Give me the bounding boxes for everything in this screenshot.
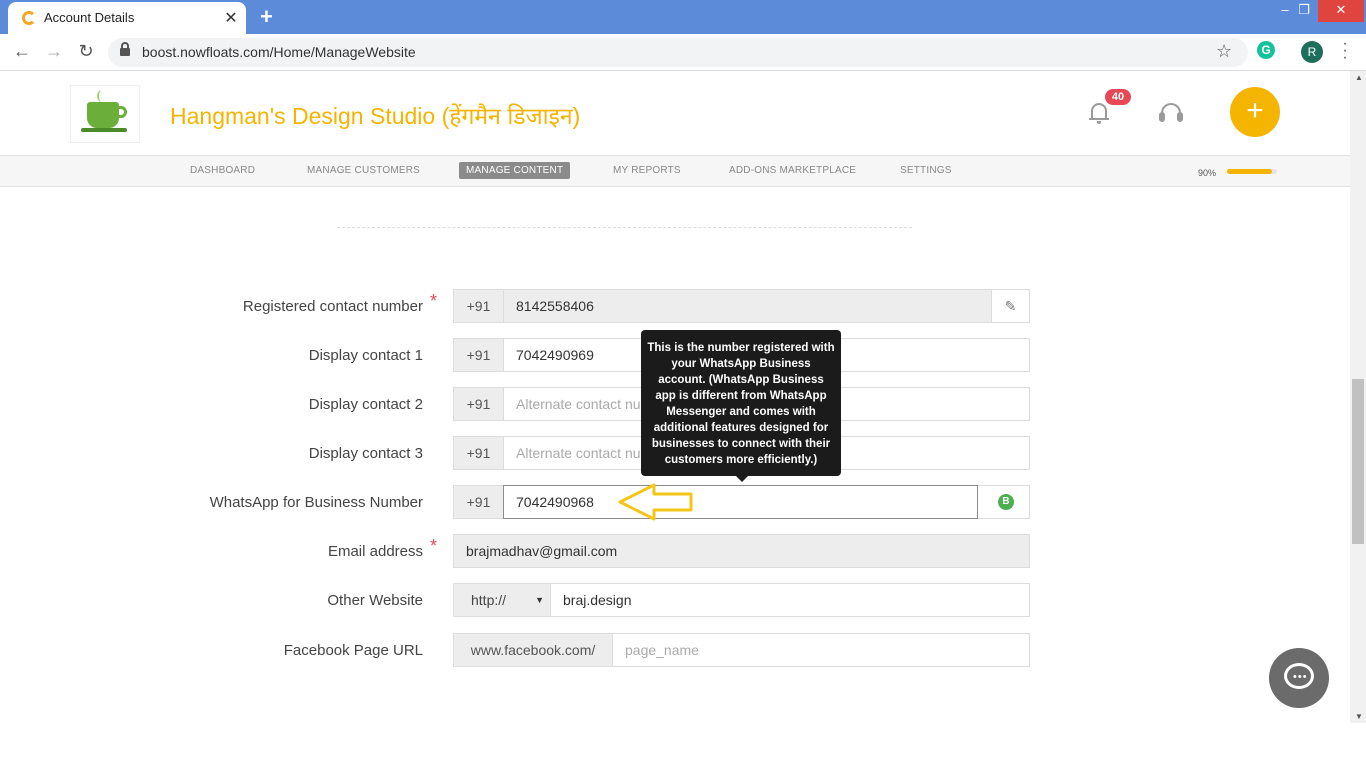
nav-addons-marketplace[interactable]: ADD-ONS MARKETPLACE bbox=[729, 165, 856, 176]
annotation-arrow-icon bbox=[618, 483, 693, 521]
forward-arrow-icon[interactable]: → bbox=[43, 41, 65, 62]
country-code: +91 bbox=[454, 339, 504, 371]
page-viewport: Hangman's Design Studio (हेंगमैन डिजाइन)… bbox=[0, 71, 1350, 723]
facebook-url-field[interactable]: www.facebook.com/ page_name bbox=[453, 633, 1030, 667]
display-contact-3-label: Display contact 3 bbox=[308, 445, 423, 462]
chat-launcher-button[interactable]: ••• bbox=[1269, 648, 1329, 708]
back-arrow-icon[interactable]: ← bbox=[11, 41, 33, 62]
business-name: Hangman's Design Studio (हेंगमैन डिजाइन) bbox=[170, 103, 581, 129]
nav-dashboard[interactable]: DASHBOARD bbox=[190, 165, 255, 176]
browser-tab-bar: Account Details ✕ + – ❐ ✕ bbox=[0, 0, 1366, 34]
address-bar[interactable]: boost.nowfloats.com/Home/ManageWebsite ☆ bbox=[108, 38, 1248, 67]
whatsapp-business-icon[interactable]: B bbox=[998, 494, 1014, 510]
website-value[interactable]: braj.design bbox=[563, 584, 632, 616]
business-logo[interactable] bbox=[70, 85, 140, 143]
other-website-label: Other Website bbox=[327, 592, 423, 609]
dropdown-caret-icon: ▼ bbox=[535, 595, 544, 605]
window-close-icon[interactable]: ✕ bbox=[1318, 0, 1364, 22]
email-label: Email address bbox=[327, 543, 423, 560]
profile-avatar[interactable]: R bbox=[1301, 41, 1323, 63]
scroll-up-icon[interactable]: ▲ bbox=[1355, 73, 1363, 82]
display-contact-1-label: Display contact 1 bbox=[308, 347, 423, 364]
whatsapp-business-label: WhatsApp for Business Number bbox=[209, 494, 423, 511]
nav-settings[interactable]: SETTINGS bbox=[900, 165, 952, 176]
facebook-prefix: www.facebook.com/ bbox=[454, 634, 613, 666]
whatsapp-info-tooltip: This is the number registered with your … bbox=[641, 330, 841, 482]
section-divider bbox=[337, 227, 912, 228]
chat-bubble-icon: ••• bbox=[1284, 663, 1314, 689]
protocol-select[interactable]: http:// ▼ bbox=[454, 584, 551, 616]
nav-my-reports[interactable]: MY REPORTS bbox=[613, 165, 681, 176]
other-website-field: http:// ▼ braj.design bbox=[453, 583, 1030, 617]
main-nav: DASHBOARD MANAGE CUSTOMERS MANAGE CONTEN… bbox=[0, 155, 1350, 187]
browser-tab[interactable]: Account Details ✕ bbox=[8, 2, 246, 34]
profile-completion-fill bbox=[1227, 169, 1272, 174]
scroll-down-icon[interactable]: ▼ bbox=[1355, 712, 1363, 721]
country-code: +91 bbox=[454, 388, 504, 420]
email-value: brajmadhav@gmail.com bbox=[466, 543, 618, 559]
profile-completion-label: 90% bbox=[1198, 168, 1217, 178]
page-scrollbar[interactable]: ▲ ▼ bbox=[1350, 71, 1366, 723]
site-favicon-icon bbox=[22, 11, 36, 25]
registered-contact-label: Registered contact number bbox=[242, 298, 423, 315]
required-marker: * bbox=[430, 536, 438, 556]
lock-icon bbox=[120, 42, 130, 56]
close-tab-icon[interactable]: ✕ bbox=[222, 8, 240, 28]
facebook-page-placeholder[interactable]: page_name bbox=[625, 634, 699, 666]
reload-icon[interactable]: ↻ bbox=[75, 41, 97, 62]
notification-bell-icon[interactable] bbox=[1089, 101, 1109, 125]
country-code: +91 bbox=[454, 486, 504, 518]
bookmark-star-icon[interactable]: ☆ bbox=[1216, 41, 1232, 62]
display-contact-2-label: Display contact 2 bbox=[308, 396, 423, 413]
grammarly-extension-icon[interactable]: G bbox=[1257, 41, 1275, 59]
facebook-url-label: Facebook Page URL bbox=[283, 642, 423, 659]
nav-manage-content[interactable]: MANAGE CONTENT bbox=[459, 162, 571, 179]
tab-title: Account Details bbox=[44, 10, 135, 25]
registered-contact-field: +91 8142558406 ✎ bbox=[453, 289, 1030, 323]
email-field: brajmadhav@gmail.com bbox=[453, 534, 1030, 568]
scroll-thumb[interactable] bbox=[1352, 379, 1364, 544]
whatsapp-number-value[interactable]: 7042490968 bbox=[516, 486, 594, 518]
country-code: +91 bbox=[454, 290, 504, 322]
registered-contact-value: 8142558406 bbox=[516, 298, 594, 314]
window-bottom bbox=[0, 723, 1366, 768]
country-code: +91 bbox=[454, 437, 504, 469]
notification-count-badge: 40 bbox=[1105, 89, 1131, 105]
add-button[interactable]: + bbox=[1230, 87, 1280, 137]
profile-completion-bar bbox=[1227, 169, 1277, 174]
url-text[interactable]: boost.nowfloats.com/Home/ManageWebsite bbox=[142, 44, 416, 60]
browser-menu-icon[interactable]: · · · bbox=[1340, 36, 1350, 66]
browser-toolbar: ← → ↻ boost.nowfloats.com/Home/ManageWeb… bbox=[0, 34, 1366, 71]
display-contact-1-value[interactable]: 7042490969 bbox=[516, 339, 594, 371]
whatsapp-number-input[interactable]: 7042490968 bbox=[503, 485, 978, 519]
site-header: Hangman's Design Studio (हेंगमैन डिजाइन)… bbox=[0, 71, 1350, 155]
nav-manage-customers[interactable]: MANAGE CUSTOMERS bbox=[307, 165, 420, 176]
whatsapp-business-field: +91 7042490968 B bbox=[453, 485, 1030, 519]
required-marker: * bbox=[430, 291, 438, 311]
new-tab-icon[interactable]: + bbox=[260, 4, 273, 30]
support-headset-icon[interactable] bbox=[1159, 103, 1183, 125]
protocol-value: http:// bbox=[471, 592, 507, 608]
edit-pencil-icon[interactable]: ✎ bbox=[991, 290, 1029, 322]
